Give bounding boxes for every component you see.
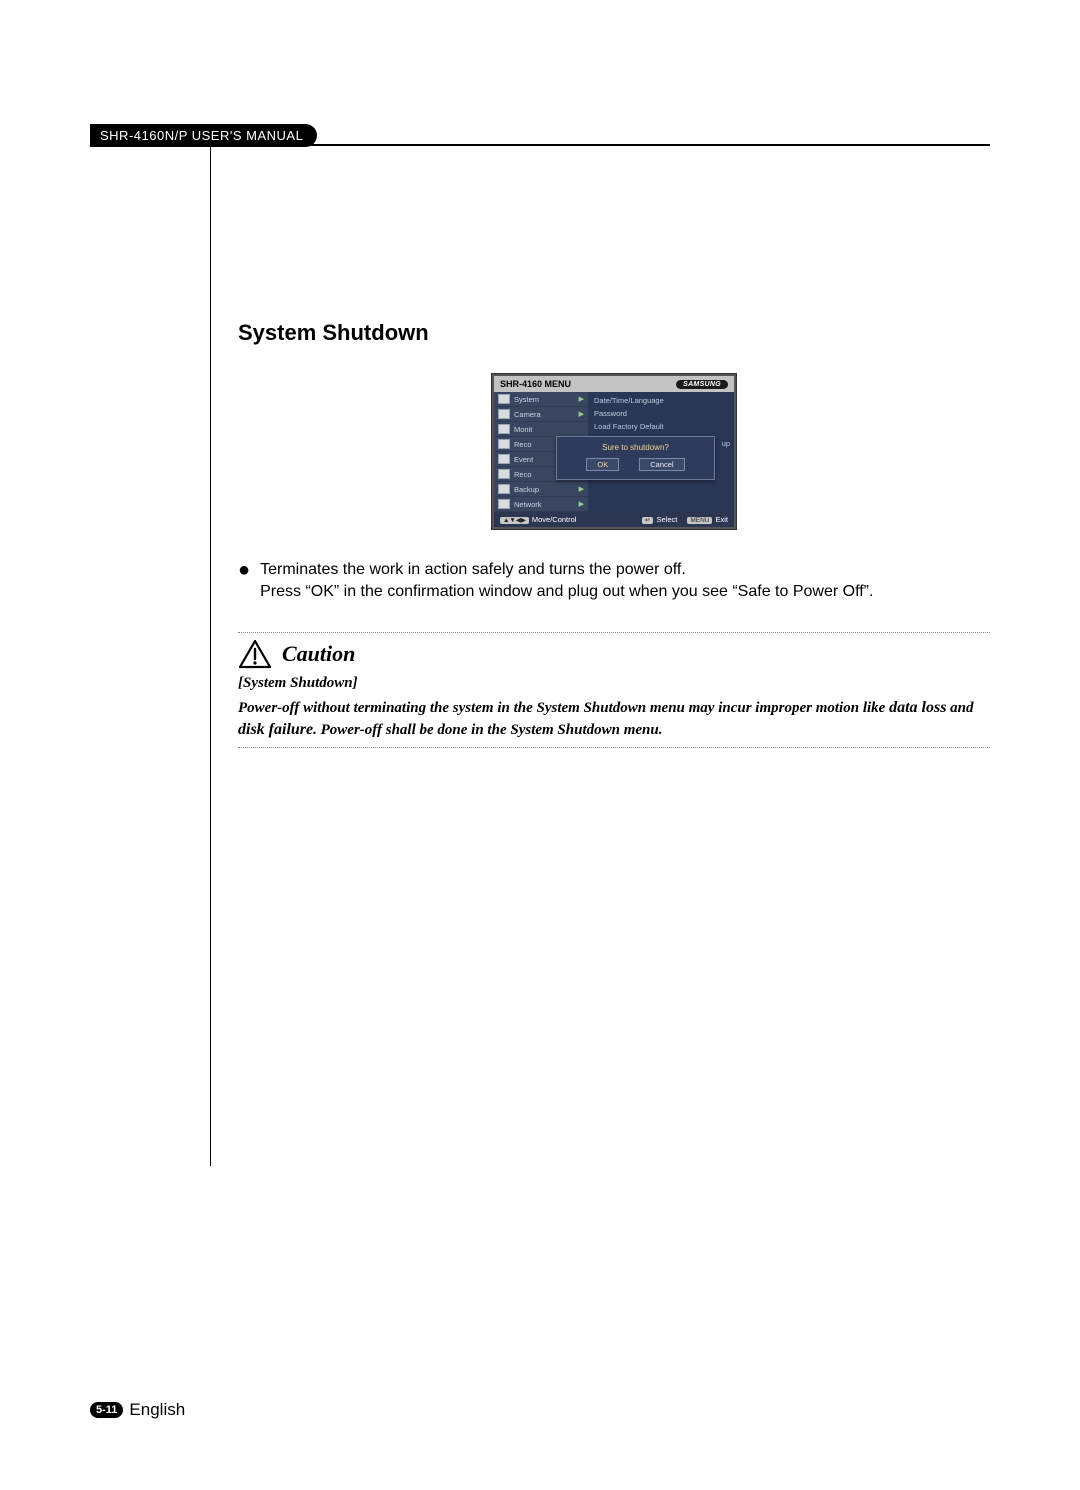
footer-language: English [129,1400,185,1420]
menu-item-backup[interactable]: Backup ▶ [494,482,588,497]
chevron-right-icon: ▶ [579,500,584,508]
confirm-dialog: Sure to shutdown? OK Cancel [556,436,715,480]
exit-key-icon: MENU [687,517,712,524]
menu-footer: ▲▼◀▶Move/Control ↵Select MENUExit [494,512,734,527]
menu-item-label: Reco [514,470,532,479]
menu-titlebar: SHR-4160 MENU SAMSUNG [494,376,734,392]
chevron-right-icon: ▶ [579,410,584,418]
camera-icon [498,409,510,419]
record-icon [498,439,510,449]
header-rule [90,144,990,146]
vertical-rule [210,146,211,1166]
menu-item-label: Network [514,500,542,509]
menu-item-label: Camera [514,410,541,419]
footer-select-label: Select [656,515,677,524]
submenu-factory[interactable]: Load Factory Default [588,420,734,433]
brand-logo: SAMSUNG [676,380,728,389]
caution-text-a: Power-off without terminating the system… [238,700,889,716]
caution-strong1: data loss [889,699,946,716]
body-line2: Press “OK” in the confirmation window an… [260,583,873,600]
backup-icon [498,484,510,494]
menu-screenshot: SHR-4160 MENU SAMSUNG System ▶ Camera ▶ Mo… [492,374,736,529]
warning-triangle-icon [238,639,272,669]
move-key-icon: ▲▼◀▶ [500,517,529,524]
chevron-right-icon: ▶ [579,485,584,493]
footer-exit-label: Exit [715,515,728,524]
menu-item-network[interactable]: Network ▶ [494,497,588,512]
ok-button[interactable]: OK [586,458,619,471]
menu-item-label: System [514,395,539,404]
bullet-icon: ● [238,559,250,602]
select-key-icon: ↵ [642,517,653,524]
bullet-text: Terminates the work in action safely and… [260,559,873,602]
menu-title: SHR-4160 MENU [500,379,571,389]
page-number-badge: 5-11 [90,1402,123,1418]
caution-text: Power-off without terminating the system… [238,697,990,740]
menu-item-label: Reco [514,440,532,449]
menu-item-label: Event [514,455,533,464]
menu-item-system[interactable]: System ▶ [494,392,588,407]
caution-subject: [System Shutdown] [238,673,990,693]
page-footer: 5-11 English [90,1400,185,1420]
caution-label: Caution [282,641,355,667]
caution-strong2: disk failure [238,721,313,738]
caution-text-c: . Power-off shall be done in the System … [313,722,662,738]
event-icon [498,454,510,464]
chevron-right-icon: ▶ [579,395,584,403]
body-line1: Terminates the work in action safely and… [260,561,686,578]
menu-item-monitoring[interactable]: Monit [494,422,588,437]
cancel-button[interactable]: Cancel [639,458,684,471]
footer-move-label: Move/Control [532,515,577,524]
menu-item-label: Backup [514,485,539,494]
section-title: System Shutdown [238,320,990,346]
menu-item-camera[interactable]: Camera ▶ [494,407,588,422]
dotted-rule-top [238,632,990,633]
record-icon [498,469,510,479]
menu-body: System ▶ Camera ▶ Monit Reco Event Reco Ba… [494,392,734,512]
caution-text-b: and [946,700,973,716]
content-area: System Shutdown SHR-4160 MENU SAMSUNG Sy… [238,320,990,754]
dotted-rule-bottom [238,747,990,748]
submenu-password[interactable]: Password [588,407,734,420]
menu-item-label: Monit [514,425,532,434]
network-icon [498,499,510,509]
dialog-message: Sure to shutdown? [563,443,708,452]
caution-heading: Caution [238,639,990,669]
monitor-icon [498,424,510,434]
dialog-buttons: OK Cancel [563,458,708,471]
submenu-date[interactable]: Date/Time/Language [588,394,734,407]
system-icon [498,394,510,404]
bullet-item: ● Terminates the work in action safely a… [238,559,990,602]
